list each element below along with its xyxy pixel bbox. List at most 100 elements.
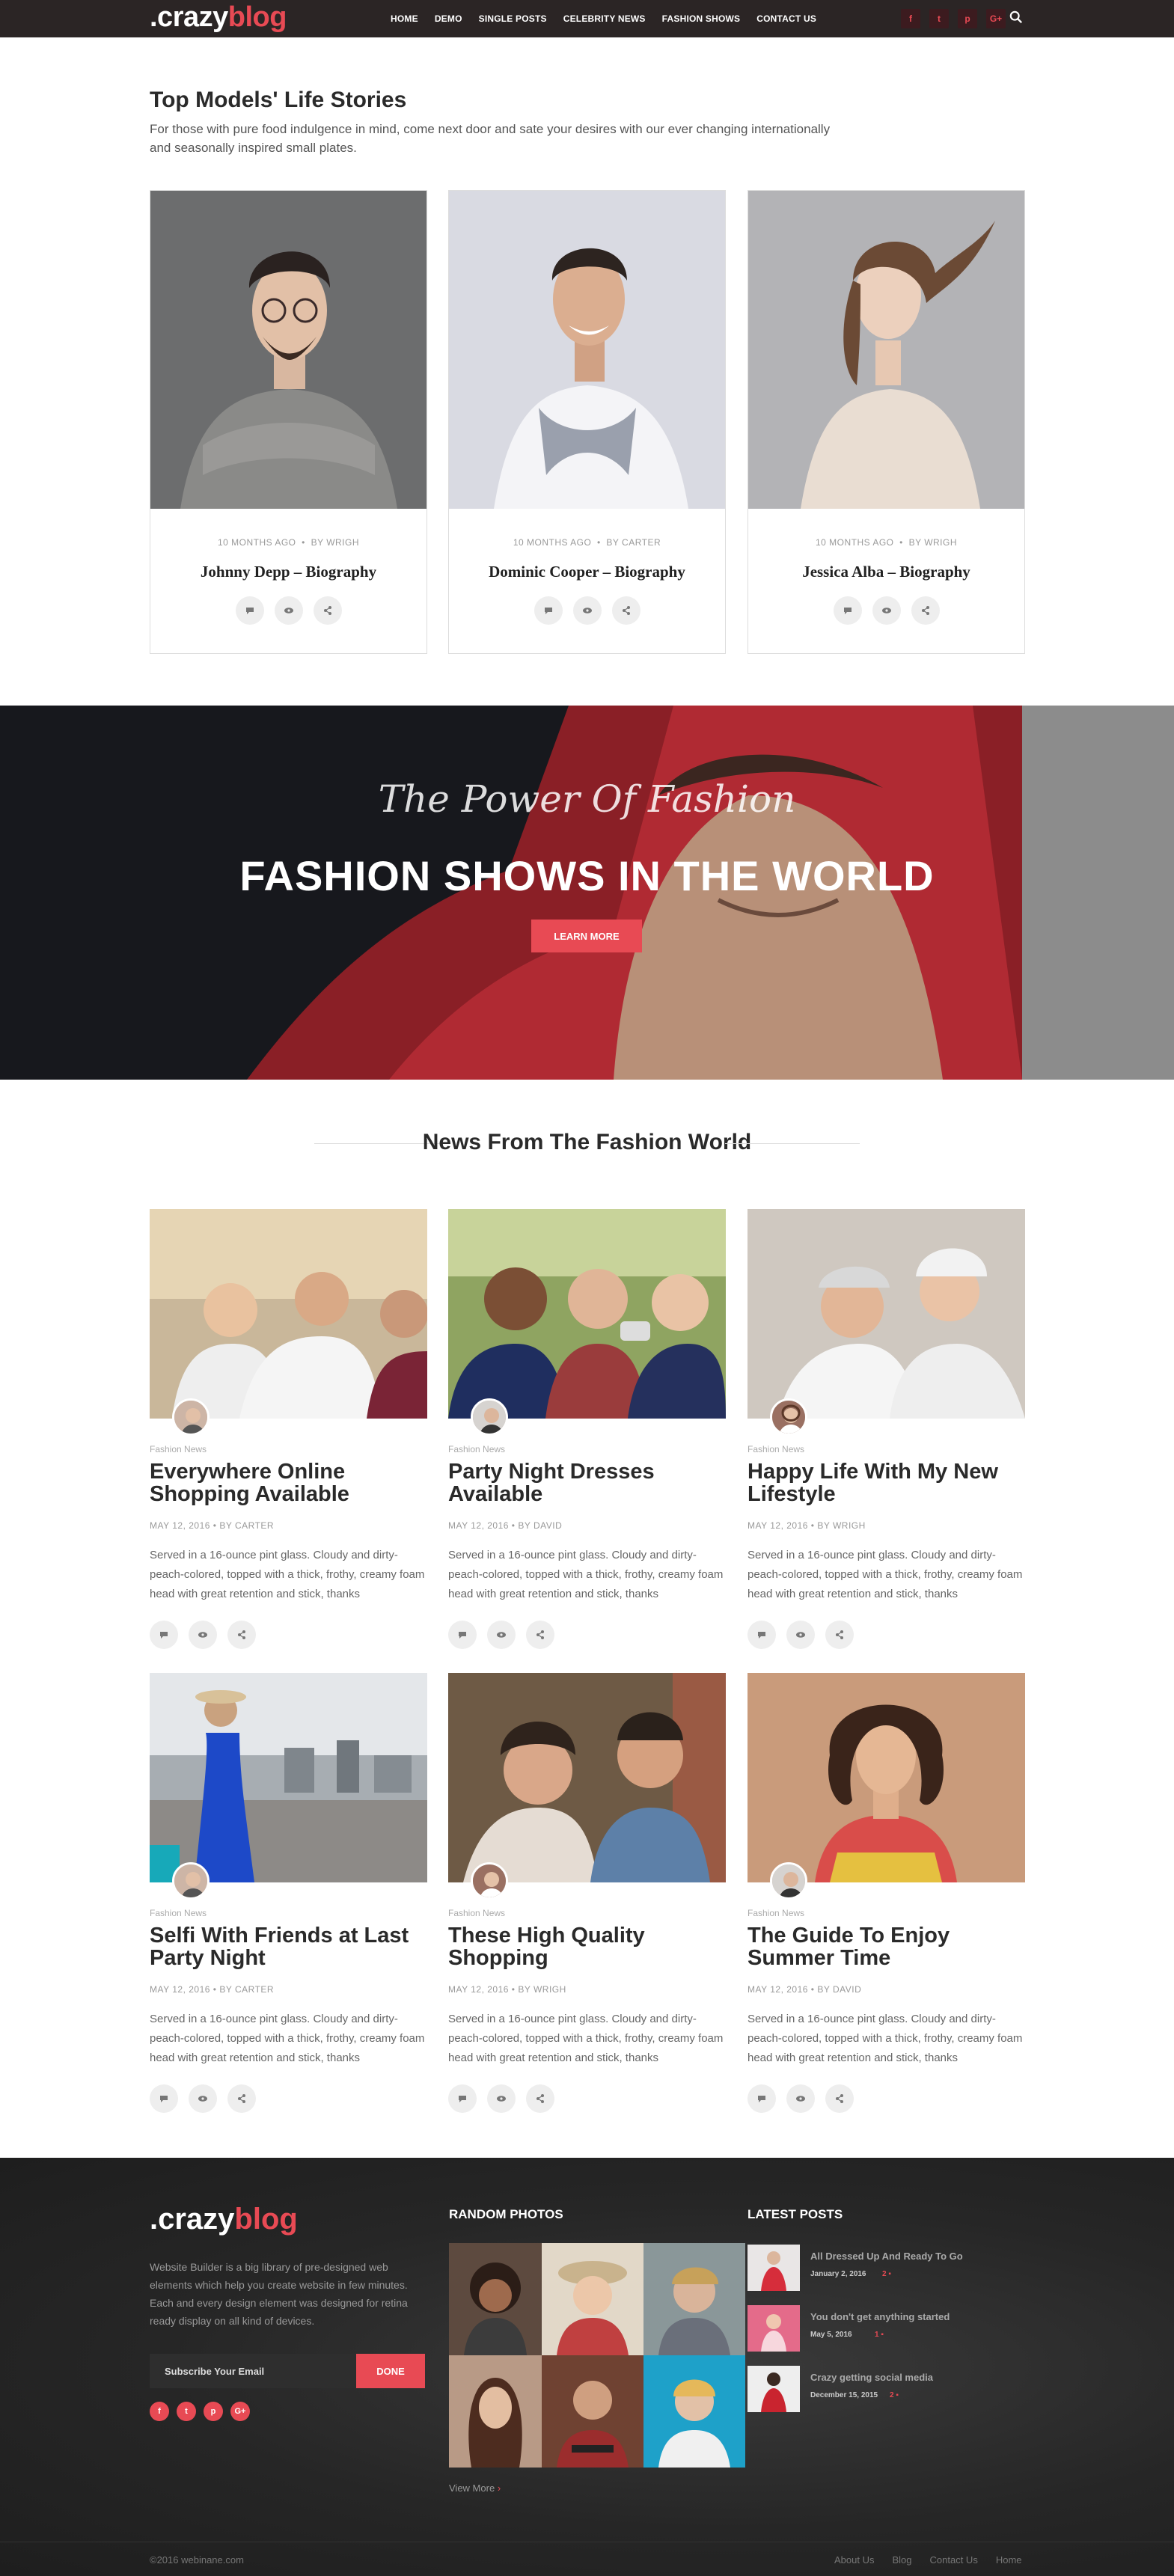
author-avatar[interactable]	[770, 1862, 807, 1900]
share-icon[interactable]	[313, 596, 342, 625]
random-photo[interactable]	[542, 2243, 643, 2355]
facebook-icon[interactable]: f	[150, 2402, 169, 2421]
post-category[interactable]: Fashion News	[747, 1444, 1025, 1454]
footer-link-home[interactable]: Home	[996, 2554, 1022, 2566]
facebook-icon[interactable]: f	[901, 9, 920, 28]
post-title[interactable]: Happy Life With My New Lifestyle	[747, 1460, 1025, 1507]
site-logo[interactable]: .crazyblog	[150, 1, 287, 34]
footer-link-about[interactable]: About Us	[834, 2554, 874, 2566]
post-image[interactable]	[448, 1209, 726, 1419]
view-icon[interactable]	[189, 1621, 217, 1649]
post-category[interactable]: Fashion News	[448, 1908, 726, 1918]
comment-icon[interactable]	[747, 2084, 776, 2113]
share-icon[interactable]	[825, 2084, 854, 2113]
comment-icon[interactable]	[833, 596, 862, 625]
comment-icon[interactable]	[235, 596, 264, 625]
post-author[interactable]: BY DAVID	[518, 1520, 562, 1531]
comment-icon[interactable]	[448, 2084, 477, 2113]
learn-more-button[interactable]: LEARN MORE	[531, 920, 642, 952]
search-icon[interactable]	[1009, 10, 1023, 24]
model-name[interactable]: Johnny Depp – Biography	[150, 563, 427, 581]
subscribe-email-input[interactable]: Subscribe Your Email	[150, 2354, 356, 2388]
post-title[interactable]: These High Quality Shopping	[448, 1924, 726, 1971]
view-icon[interactable]	[786, 1621, 815, 1649]
post-title[interactable]: Everywhere Online Shopping Available	[150, 1460, 427, 1507]
view-more-link[interactable]: View More ›	[449, 2482, 501, 2494]
post-title[interactable]: Selfi With Friends at Last Party Night	[150, 1924, 427, 1971]
post-author[interactable]: BY CARTER	[219, 1520, 274, 1531]
post-category[interactable]: Fashion News	[747, 1908, 1025, 1918]
post-category[interactable]: Fashion News	[448, 1444, 726, 1454]
share-icon[interactable]	[227, 1621, 256, 1649]
footer-logo[interactable]: .crazyblog	[150, 2203, 298, 2236]
post-category[interactable]: Fashion News	[150, 1444, 427, 1454]
post-author[interactable]: BY WRIGH	[518, 1984, 566, 1995]
author-avatar[interactable]	[172, 1398, 210, 1436]
share-icon[interactable]	[911, 596, 940, 625]
random-photo[interactable]	[643, 2243, 745, 2355]
model-name[interactable]: Dominic Cooper – Biography	[449, 563, 725, 581]
post-category[interactable]: Fashion News	[150, 1908, 427, 1918]
post-title[interactable]: Party Night Dresses Available	[448, 1460, 726, 1507]
menu-single-posts[interactable]: SINGLE POSTS	[479, 13, 547, 24]
footer-link-blog[interactable]: Blog	[892, 2554, 911, 2566]
post-author[interactable]: BY WRIGH	[817, 1520, 865, 1531]
author-avatar[interactable]	[172, 1862, 210, 1900]
comment-icon[interactable]	[747, 1621, 776, 1649]
menu-contact-us[interactable]: CONTACT US	[756, 13, 816, 24]
random-photo[interactable]	[449, 2355, 542, 2468]
post-image[interactable]	[747, 1209, 1025, 1419]
view-icon[interactable]	[189, 2084, 217, 2113]
random-photo[interactable]	[542, 2355, 643, 2468]
post-title[interactable]: The Guide To Enjoy Summer Time	[747, 1924, 1025, 1971]
post-image[interactable]	[150, 1209, 427, 1419]
post-image[interactable]	[747, 1673, 1025, 1882]
menu-home[interactable]: HOME	[391, 13, 418, 24]
share-icon[interactable]	[227, 2084, 256, 2113]
view-icon[interactable]	[487, 2084, 516, 2113]
post-image[interactable]	[448, 1673, 726, 1882]
menu-celebrity-news[interactable]: CELEBRITY NEWS	[563, 13, 646, 24]
model-author[interactable]: BY CARTER	[606, 537, 661, 548]
view-icon[interactable]	[572, 596, 602, 625]
post-image[interactable]	[150, 1673, 427, 1882]
view-icon[interactable]	[786, 2084, 815, 2113]
menu-demo[interactable]: DEMO	[435, 13, 462, 24]
view-icon[interactable]	[872, 596, 901, 625]
model-photo[interactable]	[748, 191, 1024, 509]
footer-link-contact[interactable]: Contact Us	[930, 2554, 978, 2566]
author-avatar[interactable]	[770, 1398, 807, 1436]
google-plus-icon[interactable]: G+	[986, 9, 1006, 28]
latest-post-item[interactable]: You don't get anything started May 5, 20…	[747, 2305, 1047, 2352]
view-icon[interactable]	[274, 596, 303, 625]
post-author[interactable]: BY DAVID	[817, 1984, 861, 1995]
subscribe-done-button[interactable]: DONE	[356, 2354, 425, 2388]
comment-icon[interactable]	[534, 596, 563, 625]
share-icon[interactable]	[611, 596, 640, 625]
comment-icon[interactable]	[150, 1621, 178, 1649]
comment-icon[interactable]	[448, 1621, 477, 1649]
view-icon[interactable]	[487, 1621, 516, 1649]
latest-post-item[interactable]: All Dressed Up And Ready To Go January 2…	[747, 2245, 1047, 2291]
latest-post-item[interactable]: Crazy getting social media December 15, …	[747, 2366, 1047, 2412]
share-icon[interactable]	[526, 2084, 554, 2113]
model-name[interactable]: Jessica Alba – Biography	[748, 563, 1024, 581]
share-icon[interactable]	[825, 1621, 854, 1649]
model-author[interactable]: BY WRIGH	[311, 537, 359, 548]
post-author[interactable]: BY CARTER	[219, 1984, 274, 1995]
model-author[interactable]: BY WRIGH	[909, 537, 957, 548]
twitter-icon[interactable]: t	[929, 9, 949, 28]
share-icon[interactable]	[526, 1621, 554, 1649]
random-photo[interactable]	[449, 2243, 542, 2355]
model-photo[interactable]	[449, 191, 725, 509]
twitter-icon[interactable]: t	[177, 2402, 196, 2421]
comment-icon[interactable]	[150, 2084, 178, 2113]
random-photo[interactable]	[643, 2355, 745, 2468]
model-photo[interactable]	[150, 191, 427, 509]
pinterest-icon[interactable]: p	[204, 2402, 223, 2421]
author-avatar[interactable]	[471, 1398, 508, 1436]
menu-fashion-shows[interactable]: FASHION SHOWS	[662, 13, 741, 24]
pinterest-icon[interactable]: p	[958, 9, 977, 28]
author-avatar[interactable]	[471, 1862, 508, 1900]
google-plus-icon[interactable]: G+	[230, 2402, 250, 2421]
